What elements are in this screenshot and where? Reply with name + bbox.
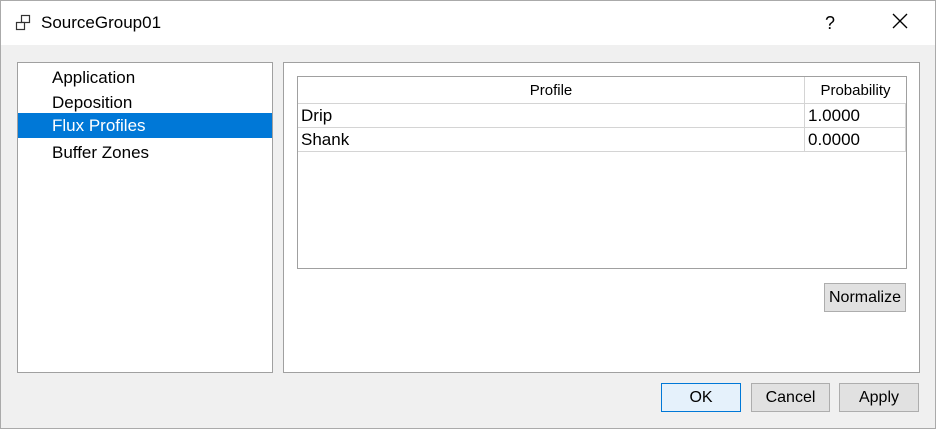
flux-profiles-table: Profile Probability Drip 1.0000 Shank 0.…	[297, 76, 907, 269]
sidebar-item-deposition[interactable]: Deposition	[18, 90, 272, 115]
sidebar-item-flux-profiles[interactable]: Flux Profiles	[18, 113, 272, 138]
column-header-profile[interactable]: Profile	[298, 77, 805, 104]
apply-button[interactable]: Apply	[839, 383, 919, 412]
sidebar-item-application[interactable]: Application	[18, 65, 272, 90]
cancel-button[interactable]: Cancel	[751, 383, 830, 412]
close-icon	[892, 13, 908, 34]
window-group-icon	[14, 14, 32, 32]
close-button[interactable]	[877, 1, 923, 45]
column-header-probability[interactable]: Probability	[805, 77, 906, 104]
table-cell-probability[interactable]: 0.0000	[805, 128, 906, 152]
sidebar-item-buffer-zones[interactable]: Buffer Zones	[18, 140, 272, 165]
table-cell-probability[interactable]: 1.0000	[805, 104, 906, 128]
ok-button[interactable]: OK	[661, 383, 741, 412]
table-cell-profile[interactable]: Shank	[298, 128, 805, 152]
normalize-button[interactable]: Normalize	[824, 283, 906, 312]
flux-profiles-panel: Profile Probability Drip 1.0000 Shank 0.…	[283, 62, 920, 373]
help-button[interactable]: ?	[807, 1, 853, 45]
category-list: Application Deposition Flux Profiles Buf…	[17, 62, 273, 373]
dialog-window: SourceGroup01 ? Application Deposition F…	[0, 0, 936, 429]
table-cell-profile[interactable]: Drip	[298, 104, 805, 128]
window-title: SourceGroup01	[41, 13, 162, 32]
title-bar: SourceGroup01 ?	[1, 1, 935, 45]
